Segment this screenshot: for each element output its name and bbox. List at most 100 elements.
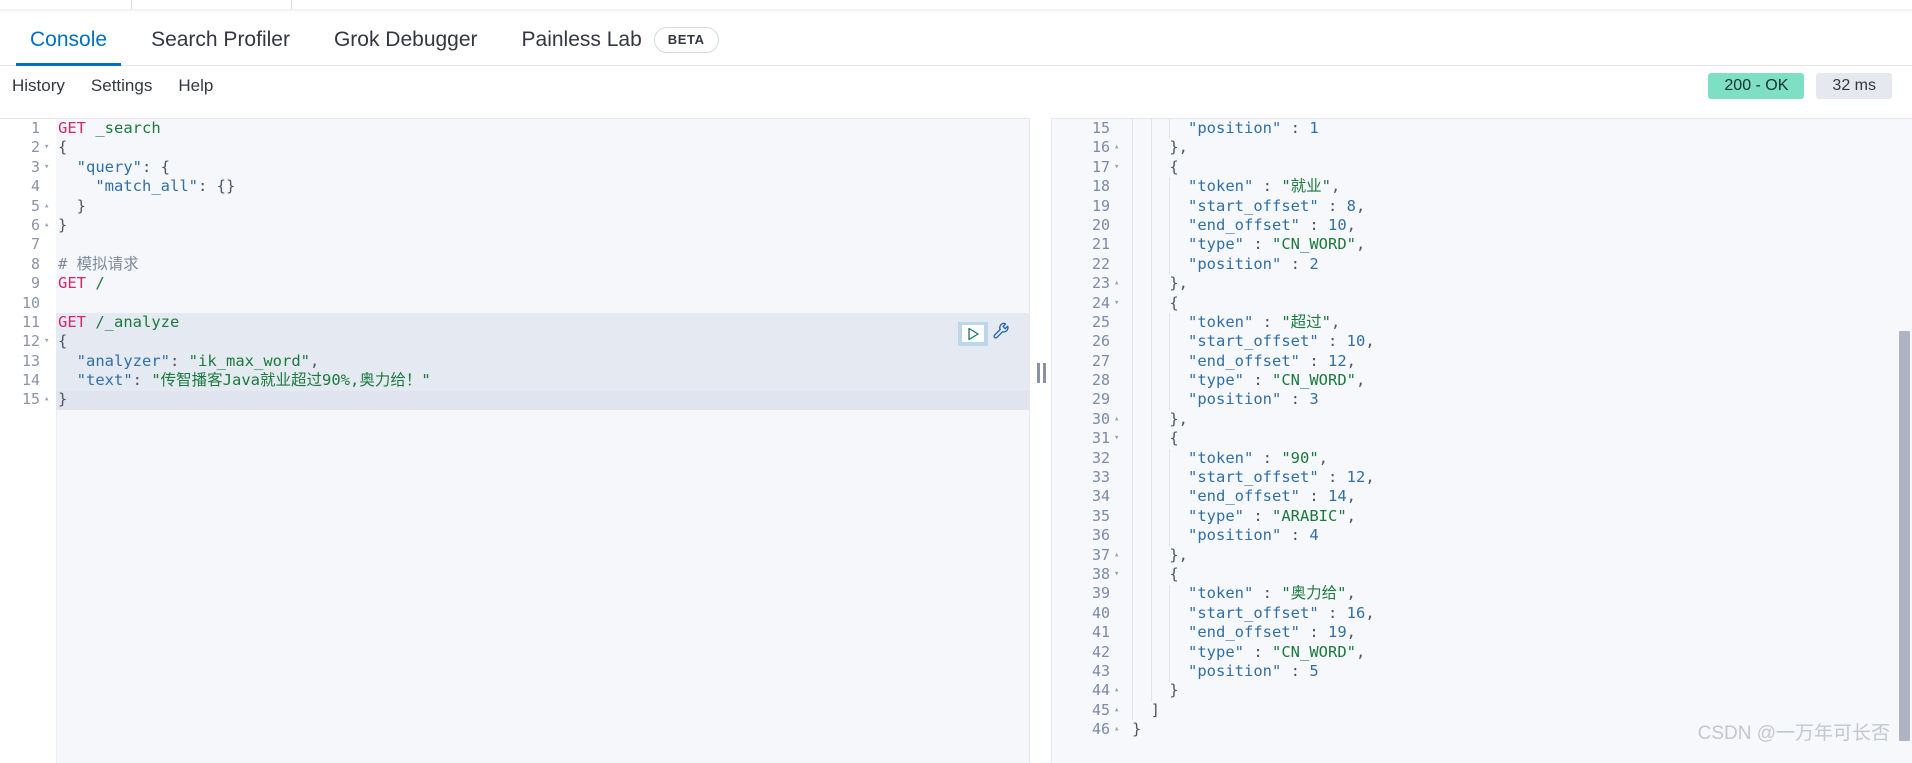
line-number: 32 <box>1091 448 1110 467</box>
request-line[interactable]: 14 "text": "传智播客Java就业超过90%,奥力给！" <box>0 371 1029 390</box>
indent-guide <box>1132 448 1133 469</box>
response-text: { <box>1132 429 1179 448</box>
code-text: } <box>58 390 68 409</box>
wrench-button[interactable] <box>992 321 1012 346</box>
indent-guide <box>1150 313 1152 333</box>
line-number: 44 <box>1091 681 1110 700</box>
line-number: 36 <box>1091 526 1110 545</box>
indent-guide <box>1132 410 1133 430</box>
indent-guide <box>1132 177 1133 197</box>
fold-toggle-icon[interactable]: ▾ <box>44 158 49 177</box>
request-line[interactable]: 15 ▴} <box>0 390 1029 409</box>
fold-toggle-icon[interactable]: ▴ <box>1114 410 1119 429</box>
indent-guide <box>1132 313 1133 333</box>
line-number: 15 <box>21 390 40 409</box>
indent-guide <box>1132 332 1133 352</box>
response-text: }, <box>1132 545 1188 564</box>
line-number: 4 <box>30 177 40 196</box>
indent-guide <box>1169 390 1171 410</box>
response-scrollbar-thumb[interactable] <box>1899 331 1910 741</box>
fold-toggle-icon[interactable]: ▴ <box>1114 720 1119 739</box>
indent-guide <box>1150 468 1152 488</box>
indent-guide <box>1132 468 1133 488</box>
tab-painless-lab[interactable]: Painless Lab BETA <box>500 13 741 66</box>
tab-console[interactable]: Console <box>8 13 129 66</box>
response-text: "type" : "CN_WORD", <box>1188 642 1366 661</box>
line-number: 28 <box>1091 371 1110 390</box>
tab-search-profiler[interactable]: Search Profiler <box>129 13 312 66</box>
response-line: 39 "token" : "奥力给", <box>1052 584 1912 603</box>
request-line[interactable]: 2 ▾ { <box>0 138 1029 157</box>
response-line: 15 "position" : 1 <box>1052 119 1912 138</box>
request-line[interactable]: 11 GET /_analyze <box>0 313 1029 332</box>
response-text: }, <box>1132 409 1188 428</box>
play-button[interactable] <box>958 321 988 346</box>
dev-tools-console: Console Search Profiler Grok Debugger Painl… <box>0 0 1912 763</box>
tab-grok-debugger[interactable]: Grok Debugger <box>312 13 500 66</box>
response-scrollbar[interactable] <box>1899 119 1910 763</box>
indent-guide <box>1132 371 1133 391</box>
request-line[interactable]: 4 "match_all": {} <box>0 177 1029 196</box>
fold-toggle-icon[interactable]: ▾ <box>1114 429 1119 448</box>
request-line[interactable]: 9 GET / <box>0 274 1029 293</box>
request-line[interactable]: 12 ▾ { <box>0 332 1029 351</box>
fold-toggle-icon[interactable]: ▾ <box>44 138 49 157</box>
request-line[interactable]: 7 <box>0 235 1029 254</box>
line-number: 2 <box>30 138 40 157</box>
line-number: 33 <box>1091 468 1110 487</box>
fold-toggle-icon[interactable]: ▾ <box>44 332 49 351</box>
indent-guide <box>1150 507 1152 527</box>
fold-toggle-icon[interactable]: ▴ <box>1114 274 1119 293</box>
resize-grip-icon <box>1037 363 1046 383</box>
response-line: 25 "token" : "超过", <box>1052 313 1912 332</box>
request-line[interactable]: 10 <box>0 294 1029 313</box>
fold-toggle-icon[interactable]: ▴ <box>1114 546 1119 565</box>
subnav-item-help[interactable]: Help <box>178 76 213 96</box>
response-text: ] <box>1132 700 1160 719</box>
indent-guide <box>1150 351 1152 372</box>
response-line: 37 ▴ }, <box>1052 546 1912 565</box>
request-line[interactable]: 5 ▴ } <box>0 197 1029 216</box>
response-line: 38 ▾ { <box>1052 565 1912 584</box>
play-icon <box>962 325 984 342</box>
indent-guide <box>1132 642 1133 663</box>
response-text: "end_offset" : 12, <box>1188 351 1356 370</box>
fold-toggle-icon[interactable]: ▾ <box>1114 565 1119 584</box>
request-line[interactable]: 1 GET _search <box>0 119 1029 138</box>
fold-toggle-icon[interactable]: ▴ <box>44 216 49 235</box>
subnav-item-history[interactable]: History <box>12 76 65 96</box>
response-line: 34 "end_offset" : 14, <box>1052 487 1912 506</box>
request-line[interactable]: 6 ▴} <box>0 216 1029 235</box>
request-editor[interactable]: 1 GET _search 2 ▾{3 ▾ "query": {4 "match_all… <box>0 118 1030 763</box>
fold-toggle-icon[interactable]: ▴ <box>1114 138 1119 157</box>
request-line-list: 1 GET _search 2 ▾{3 ▾ "query": {4 "match_all… <box>0 119 1029 410</box>
line-number: 12 <box>21 332 40 351</box>
pane-resize-handle[interactable] <box>1030 118 1052 763</box>
line-number: 20 <box>1091 215 1110 234</box>
response-text: } <box>1132 720 1142 739</box>
fold-toggle-icon[interactable]: ▴ <box>1114 701 1119 720</box>
line-number: 40 <box>1091 603 1110 622</box>
response-line-list: 15 "position" : 1 16 ▴ }, 17 ▾ {18 "token" :… <box>1052 119 1912 740</box>
line-number: 9 <box>30 274 40 293</box>
request-line[interactable]: 8 # 模拟请求 <box>0 255 1029 274</box>
subnav-item-settings[interactable]: Settings <box>91 76 152 96</box>
request-line[interactable]: 13 "analyzer": "ik_max_word", <box>0 352 1029 371</box>
response-viewer[interactable]: 15 "position" : 1 16 ▴ }, 17 ▾ {18 "token" :… <box>1052 118 1912 763</box>
fold-toggle-icon[interactable]: ▴ <box>1114 681 1119 700</box>
indent-guide <box>1150 177 1152 197</box>
fold-toggle-icon[interactable]: ▴ <box>44 197 49 216</box>
indent-guide <box>1150 429 1152 449</box>
response-text: "end_offset" : 14, <box>1188 487 1356 506</box>
indent-guide <box>1150 487 1152 507</box>
fold-toggle-icon[interactable]: ▴ <box>44 390 49 409</box>
play-triangle-icon <box>967 327 979 340</box>
response-text: "type" : "ARABIC", <box>1188 506 1356 525</box>
indent-guide <box>1132 254 1133 275</box>
fold-toggle-icon[interactable]: ▾ <box>1114 294 1119 313</box>
fold-toggle-icon[interactable]: ▾ <box>1114 158 1119 177</box>
indent-guide <box>1169 216 1171 236</box>
line-number: 8 <box>30 254 40 273</box>
response-text: "start_offset" : 8, <box>1188 196 1366 215</box>
request-line[interactable]: 3 ▾ "query": { <box>0 158 1029 177</box>
